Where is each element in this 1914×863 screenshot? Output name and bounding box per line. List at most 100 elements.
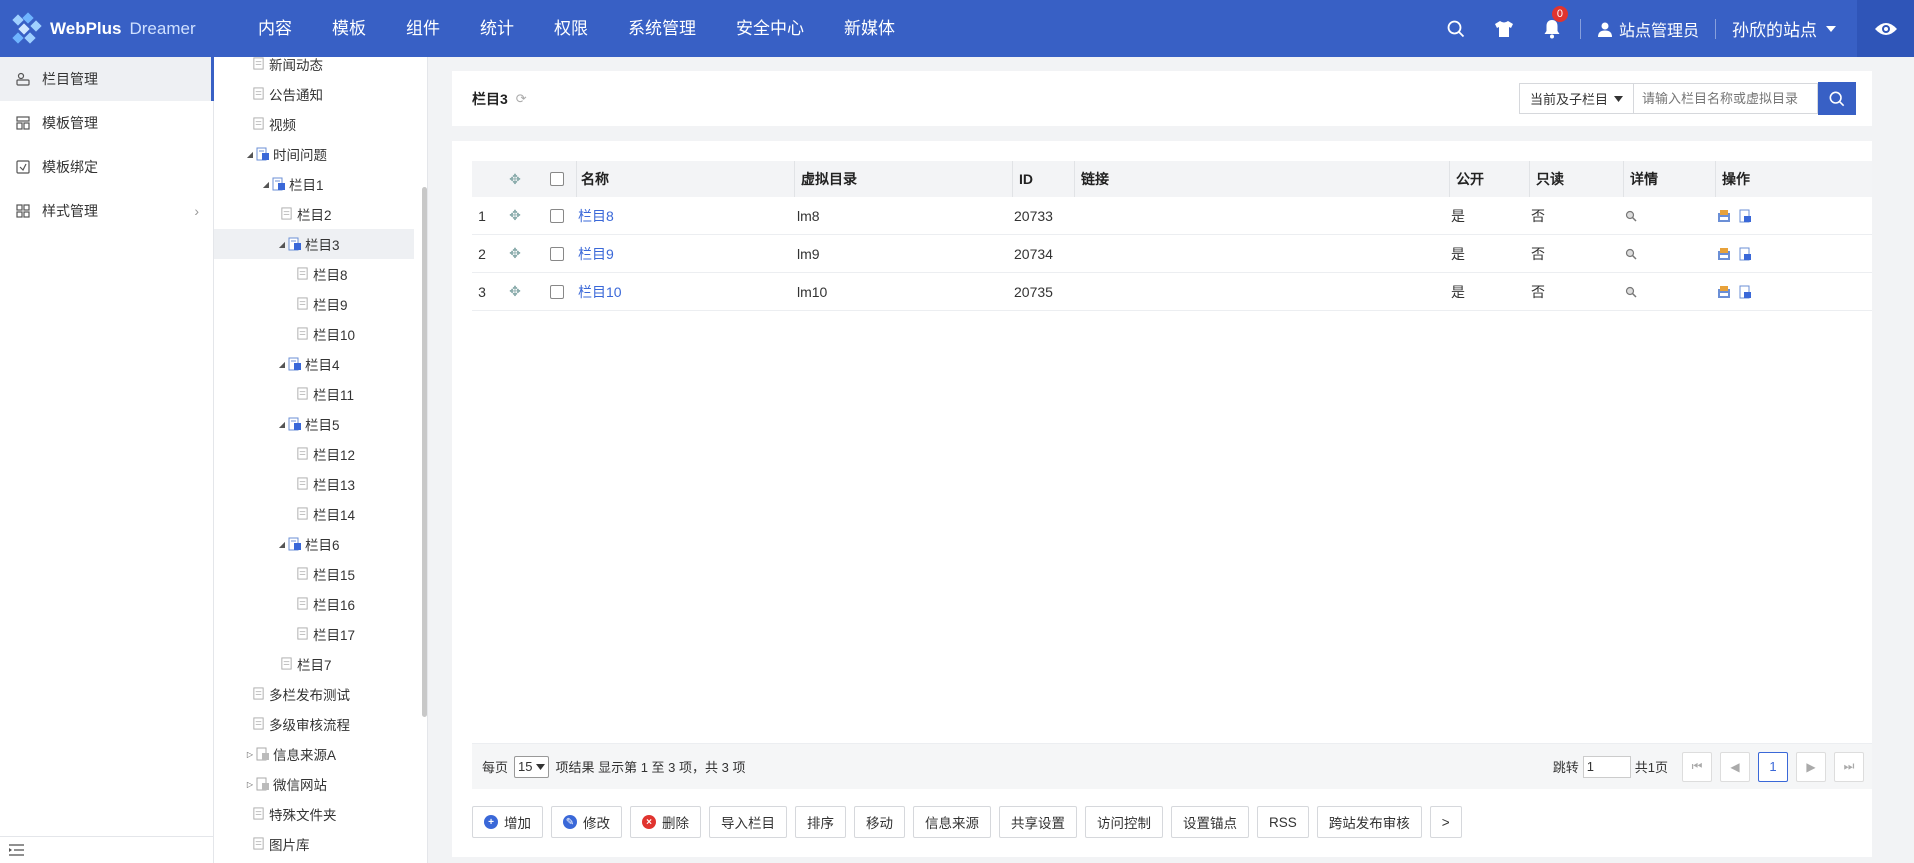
expanded-arrow-icon[interactable]: ◢ [276,240,288,249]
bell-icon[interactable]: 0 [1528,0,1576,57]
expanded-arrow-icon[interactable]: ◢ [276,540,288,549]
sidebar-item-template-bind[interactable]: 模板绑定 [0,145,213,189]
magnifier-icon[interactable] [1625,286,1637,298]
publish-icon[interactable] [1717,285,1732,299]
collapse-menu-icon[interactable] [8,843,26,857]
site-switcher[interactable]: 孙欣的站点 [1720,16,1849,41]
nav-content[interactable]: 内容 [238,0,312,57]
tree-node[interactable]: ◢ 栏目3 [214,229,414,259]
row-checkbox[interactable] [550,208,564,223]
nav-system[interactable]: 系统管理 [608,0,716,57]
expanded-arrow-icon[interactable]: ◢ [244,150,256,159]
first-page-button[interactable]: ⏮ [1682,751,1712,782]
nav-template[interactable]: 模板 [312,0,386,57]
sidebar-item-template-manage[interactable]: 模板管理 [0,101,213,145]
logo[interactable]: WebPlus Dreamer [0,0,238,57]
search-input[interactable] [1633,83,1818,114]
tree-scrollbar[interactable] [422,187,427,717]
tree-node[interactable]: ◢ 栏目5 [214,409,414,439]
search-icon[interactable] [1432,0,1480,57]
cross-site-review-button[interactable]: 跨站发布审核 [1316,806,1422,838]
tree-node[interactable]: 特殊文件夹 [214,799,414,829]
tree-node[interactable]: ◢ 栏目4 [214,349,414,379]
publish-icon[interactable] [1717,209,1732,223]
export-icon[interactable] [1738,247,1752,261]
table-row[interactable]: 1 ✥ 栏目8 lm8 20733 是 否 [472,197,1872,235]
tree-node[interactable]: 多级审核流程 [214,709,414,739]
next-page-button[interactable]: ▶ [1796,751,1826,782]
nav-component[interactable]: 组件 [386,0,460,57]
skin-shirt-icon[interactable] [1480,0,1528,57]
drag-handle-icon[interactable]: ✥ [492,235,538,272]
table-row[interactable]: 3 ✥ 栏目10 lm10 20735 是 否 [472,273,1872,311]
tree-node[interactable]: 栏目13 [214,469,414,499]
tree-node[interactable]: 栏目10 [214,319,414,349]
scope-select[interactable]: 当前及子栏目 [1518,83,1633,114]
export-icon[interactable] [1738,209,1752,223]
tree-node[interactable]: 栏目7 [214,649,414,679]
last-page-button[interactable]: ⏭ [1834,751,1864,782]
tree-node[interactable]: 视频 [214,109,414,139]
collapsed-arrow-icon[interactable]: ▷ [244,750,256,759]
tree-node[interactable]: 公告通知 [214,79,414,109]
delete-button[interactable]: × 删除 [630,806,701,838]
drag-handle-icon[interactable]: ✥ [492,197,538,234]
tree-node[interactable]: 栏目9 [214,289,414,319]
nav-permission[interactable]: 权限 [534,0,608,57]
nav-security[interactable]: 安全中心 [716,0,824,57]
per-page-select[interactable]: 15 [514,755,550,778]
tree-node[interactable]: 栏目12 [214,439,414,469]
tree-node[interactable]: ▷ 微信网站 [214,769,414,799]
tree-node[interactable]: 栏目11 [214,379,414,409]
add-button[interactable]: + 增加 [472,806,543,838]
tree-node[interactable]: 多栏发布测试 [214,679,414,709]
tree-node[interactable]: 栏目14 [214,499,414,529]
tree-node[interactable]: 图片库 [214,829,414,859]
current-page-button[interactable]: 1 [1758,751,1788,782]
refresh-icon[interactable]: ⟳ [516,91,527,107]
expanded-arrow-icon[interactable]: ◢ [276,360,288,369]
tree-node[interactable]: 栏目15 [214,559,414,589]
sort-button[interactable]: 排序 [795,806,846,838]
sidebar-item-style-manage[interactable]: 样式管理 › [0,189,213,233]
access-control-button[interactable]: 访问控制 [1085,806,1163,838]
expanded-arrow-icon[interactable]: ◢ [276,420,288,429]
expanded-arrow-icon[interactable]: ◢ [260,180,272,189]
magnifier-icon[interactable] [1625,210,1637,222]
info-source-button[interactable]: 信息来源 [913,806,991,838]
share-settings-button[interactable]: 共享设置 [999,806,1077,838]
preview-eye-icon[interactable] [1857,0,1914,57]
publish-icon[interactable] [1717,247,1732,261]
row-checkbox[interactable] [550,246,564,261]
sidebar-item-column-manage[interactable]: 栏目管理 [0,57,214,101]
more-actions-button[interactable]: > [1429,806,1462,838]
drag-all-icon[interactable]: ✥ [492,161,538,197]
user-menu[interactable]: 站点管理员 [1585,17,1711,41]
column-name-link[interactable]: 栏目9 [578,244,614,264]
collapsed-arrow-icon[interactable]: ▷ [244,780,256,789]
select-all-checkbox[interactable] [550,172,564,186]
tree-node[interactable]: ◢ 时间问题 [214,139,414,169]
nav-statistics[interactable]: 统计 [460,0,534,57]
row-checkbox[interactable] [550,284,564,299]
tree-node[interactable]: ◢ 栏目6 [214,529,414,559]
move-button[interactable]: 移动 [854,806,905,838]
tree-node[interactable]: 栏目2 [214,199,414,229]
nav-new-media[interactable]: 新媒体 [824,0,915,57]
tree-node[interactable]: 栏目17 [214,619,414,649]
tree-node[interactable]: 新闻动态 [214,57,414,79]
jump-page-input[interactable]: 1 [1582,755,1631,778]
prev-page-button[interactable]: ◀ [1720,751,1750,782]
tree-node[interactable]: ▷ 信息来源A [214,739,414,769]
drag-handle-icon[interactable]: ✥ [492,273,538,310]
column-name-link[interactable]: 栏目10 [578,282,622,302]
tree-node[interactable]: 栏目16 [214,589,414,619]
rss-button[interactable]: RSS [1257,806,1309,838]
set-anchor-button[interactable]: 设置锚点 [1171,806,1249,838]
tree-node[interactable]: ◢ 栏目1 [214,169,414,199]
search-button[interactable] [1818,82,1856,115]
tree-node[interactable]: 栏目8 [214,259,414,289]
magnifier-icon[interactable] [1625,248,1637,260]
edit-button[interactable]: ✎ 修改 [551,806,622,838]
import-column-button[interactable]: 导入栏目 [709,806,787,838]
